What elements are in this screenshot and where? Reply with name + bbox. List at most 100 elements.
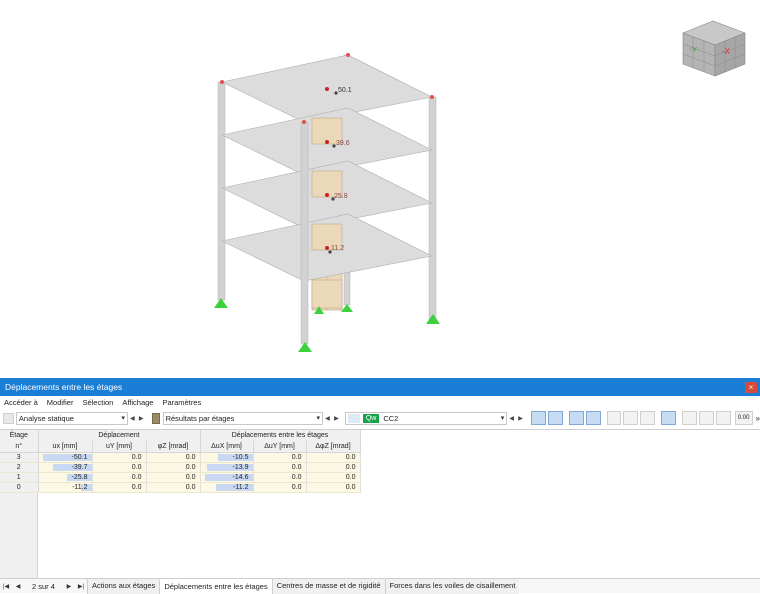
cell-dux[interactable]: -13.9 — [200, 462, 254, 473]
results-panel: Déplacements entre les étages × Accéder … — [0, 378, 760, 594]
select-in-model-icon[interactable] — [531, 411, 546, 425]
results-grid: Étage Déplacement Déplacements entre les… — [0, 430, 361, 493]
support-right — [426, 314, 440, 324]
table-row[interactable]: 0 -11.2 0.0 0.0 -11.2 0.0 0.0 — [0, 482, 361, 493]
menu-item-selection[interactable]: Sélection — [82, 398, 113, 407]
sort-icon[interactable] — [715, 411, 731, 425]
next-load-case-button[interactable]: ▶ — [516, 412, 525, 425]
toolbar-overflow-icon[interactable]: » — [756, 414, 760, 423]
prev-page-button[interactable]: ◀ — [12, 583, 24, 590]
cell-phiz[interactable]: 0.0 — [146, 462, 201, 473]
cell-phiz[interactable]: 0.0 — [146, 482, 201, 493]
select-in-table-icon[interactable] — [547, 411, 563, 425]
table-row[interactable]: 1 -25.8 0.0 0.0 -14.6 0.0 0.0 — [0, 472, 361, 483]
menu-item-view[interactable]: Affichage — [122, 398, 153, 407]
cell-dphiz[interactable]: 0.0 — [306, 462, 361, 473]
show-values-icon[interactable] — [585, 411, 601, 425]
row-floor: 0 — [0, 482, 39, 493]
load-case-color-icon — [347, 413, 360, 423]
menu-item-goto[interactable]: Accéder à — [4, 398, 38, 407]
close-button[interactable]: × — [745, 382, 757, 393]
tab-shear-wall-forces[interactable]: Forces dans les voiles de cisaillement — [384, 578, 520, 594]
cell-duy[interactable]: 0.0 — [253, 452, 307, 463]
column-front-middle — [300, 121, 309, 345]
first-page-button[interactable]: |◀ — [0, 583, 12, 590]
results-icon — [151, 412, 160, 424]
cell-duy[interactable]: 0.0 — [253, 472, 307, 483]
next-analysis-button[interactable]: ▶ — [137, 412, 146, 425]
drift-group-header: Déplacements entre les étages — [200, 430, 361, 441]
panel-title: Déplacements entre les étages — [5, 382, 123, 392]
prev-results-button[interactable]: ◀ — [323, 412, 332, 425]
navigation-cube[interactable]: -Y -X — [682, 20, 746, 77]
support-middle — [298, 342, 312, 352]
col-duy[interactable]: ΔuY [mm] — [253, 441, 307, 453]
cell-phiz[interactable]: 0.0 — [146, 452, 201, 463]
cell-dux[interactable]: -10.5 — [200, 452, 254, 463]
cell-uy[interactable]: 0.0 — [92, 482, 147, 493]
col-dux[interactable]: ΔuX [mm] — [200, 441, 254, 453]
cell-ux[interactable]: -39.7 — [38, 462, 93, 473]
export-excel-icon[interactable] — [682, 411, 697, 425]
show-result-icon[interactable] — [568, 411, 584, 425]
analysis-type-value: Analyse statique — [18, 413, 74, 423]
next-page-button[interactable]: ▶ — [63, 583, 75, 590]
col-phiz[interactable]: φZ [mrad] — [146, 441, 201, 453]
bar-chart-icon[interactable] — [661, 411, 677, 425]
menu-item-settings[interactable]: Paramètres — [162, 398, 201, 407]
building-model: 50.1 39.6 25.8 11.2 -Y -X — [214, 20, 746, 352]
floor-label-2: 39.6 — [336, 140, 350, 147]
column-front-left — [217, 81, 226, 301]
table-columns-icon[interactable] — [623, 411, 639, 425]
cell-duy[interactable]: 0.0 — [253, 462, 307, 473]
col-uy[interactable]: uY [mm] — [92, 441, 147, 453]
cell-ux[interactable]: -50.1 — [38, 452, 93, 463]
prev-analysis-button[interactable]: ◀ — [128, 412, 137, 425]
model-viewport[interactable]: 50.1 39.6 25.8 11.2 -Y -X — [0, 0, 760, 378]
col-ux[interactable]: ux [mm] — [38, 441, 93, 453]
cell-duy[interactable]: 0.0 — [253, 482, 307, 493]
decimal-places-icon[interactable]: 0.00 — [734, 411, 753, 425]
floor-label-3: 50.1 — [338, 87, 352, 94]
col-dphiz[interactable]: ΔφZ [mrad] — [306, 441, 361, 453]
row-floor: 3 — [0, 452, 39, 463]
table-rows-icon[interactable] — [640, 411, 656, 425]
panel-toolbar: Analyse statique ▾ ◀ ▶ Résultats par éta… — [0, 409, 760, 427]
cell-dux[interactable]: -14.6 — [200, 472, 254, 483]
status-bar: |◀ ◀ 2 sur 4 ▶ ▶| Actions aux étages Dép… — [0, 578, 760, 594]
load-case-dropdown[interactable]: Qw CC2 ▾ — [344, 411, 508, 425]
chevron-down-icon: ▾ — [500, 414, 505, 422]
table-view-icon[interactable] — [606, 411, 622, 425]
prev-load-case-button[interactable]: ◀ — [507, 412, 516, 425]
floor-label-1: 25.8 — [334, 193, 348, 200]
table-row[interactable]: 3 -50.1 0.0 0.0 -10.5 0.0 0.0 — [0, 452, 361, 463]
cell-dphiz[interactable]: 0.0 — [306, 472, 361, 483]
support-left — [214, 298, 228, 308]
next-results-button[interactable]: ▶ — [332, 412, 341, 425]
cell-dphiz[interactable]: 0.0 — [306, 452, 361, 463]
chevron-down-icon: ▾ — [316, 414, 321, 422]
analysis-type-dropdown[interactable]: Analyse statique ▾ — [15, 411, 128, 425]
tab-mass-stiffness-centers[interactable]: Centres de masse et de rigidité — [271, 578, 385, 594]
menu-item-edit[interactable]: Modifier — [47, 398, 74, 407]
displacement-group-header: Déplacement — [38, 430, 201, 441]
cell-ux[interactable]: -25.8 — [38, 472, 93, 483]
results-type-dropdown[interactable]: Résultats par étages ▾ — [162, 411, 324, 425]
cell-uy[interactable]: 0.0 — [92, 472, 147, 483]
page-indicator: 2 sur 4 — [32, 581, 55, 591]
filter-icon[interactable] — [698, 411, 714, 425]
tab-interstory-drift[interactable]: Déplacements entre les étages — [159, 578, 272, 594]
panel-titlebar: Déplacements entre les étages × — [0, 378, 760, 396]
cell-dux[interactable]: -11.2 — [200, 482, 254, 493]
tab-story-actions[interactable]: Actions aux étages — [86, 578, 160, 594]
chevron-down-icon: ▾ — [121, 414, 125, 422]
cell-uy[interactable]: 0.0 — [92, 462, 147, 473]
table-row[interactable]: 2 -39.7 0.0 0.0 -13.9 0.0 0.0 — [0, 462, 361, 473]
cell-ux[interactable]: -11.2 — [38, 482, 93, 493]
cell-dphiz[interactable]: 0.0 — [306, 482, 361, 493]
navcube-y-label: -Y — [690, 47, 697, 54]
cell-uy[interactable]: 0.0 — [92, 452, 147, 463]
cell-phiz[interactable]: 0.0 — [146, 472, 201, 483]
results-table: Étage Déplacement Déplacements entre les… — [0, 429, 760, 580]
last-page-button[interactable]: ▶| — [75, 583, 87, 590]
